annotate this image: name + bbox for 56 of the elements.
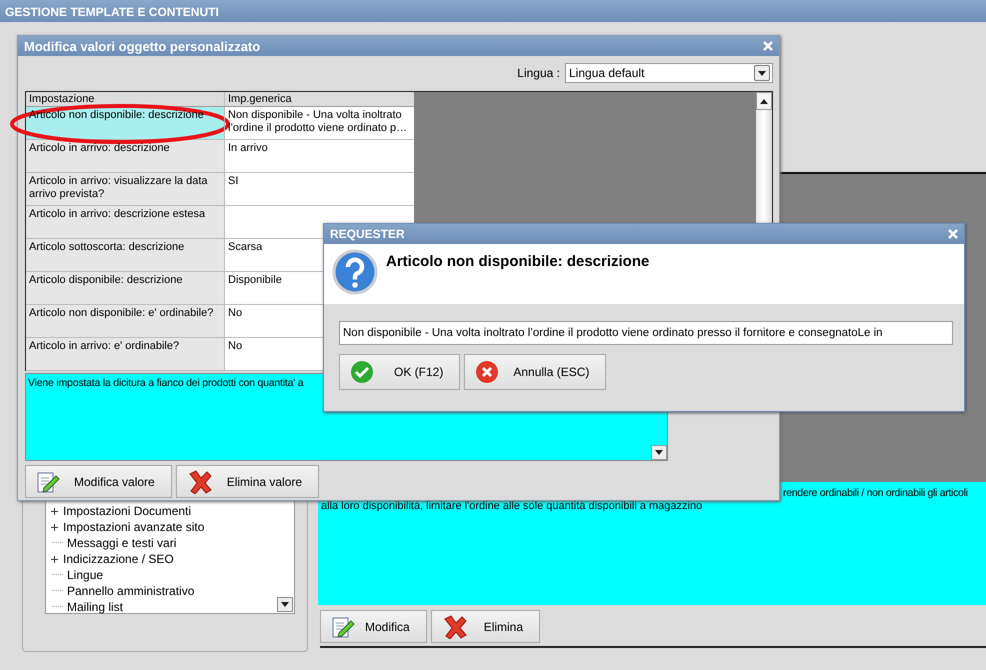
checkmark-icon [350,360,374,384]
close-icon[interactable] [948,229,958,239]
caret-icon [754,65,770,81]
table-cell[interactable]: Articolo in arrivo: visualizzare la data arrivo prevista? [26,173,225,205]
tree-item[interactable]: Messaggi e testi vari [67,536,176,550]
table-cell[interactable]: Articolo in arrivo: descrizione [26,140,225,172]
table-cell[interactable]: Articolo in arrivo: e' ordinabile? [26,338,225,370]
tree-item[interactable]: Impostazioni Documenti [63,504,192,518]
dialog-button[interactable]: OK (F12) [339,354,460,390]
caret-icon [655,450,663,455]
scroll-down-button[interactable] [651,445,667,460]
pencil-document-icon [331,614,355,638]
pencil-document-icon [36,470,60,494]
action-button[interactable]: Elimina [430,610,540,643]
scroll-down-button[interactable] [277,597,293,612]
table-cell[interactable]: Scarsa [228,241,262,254]
table-cell[interactable]: In arrivo [228,142,268,155]
expand-icon[interactable] [50,506,59,516]
requester-heading: Articolo non disponibile: descrizione [386,253,650,270]
question-icon [332,249,378,295]
expand-icon[interactable] [50,554,59,564]
window-title: GESTIONE TEMPLATE E CONTENUTI [0,0,986,22]
action-button[interactable]: Modifica valore [25,465,172,498]
tree-item[interactable]: Lingue [67,568,104,582]
table-cell[interactable]: Disponibile [228,274,282,287]
caret-icon [281,602,289,607]
tree-item[interactable]: Impostazioni avanzate sito [63,520,204,534]
cancel-icon [475,360,500,384]
tree-item[interactable]: Pannello amministrativo [67,584,194,598]
cross-icon [186,470,213,494]
action-button[interactable]: Modifica [320,610,427,643]
description-text: Viene impostata la dicitura a fianco dei prodotti con quantita' a [28,377,304,389]
description-text: rendere ordinabili / non ordinabili gli articoli [783,487,968,499]
tree-item[interactable]: Mailing list [67,600,124,614]
language-dropdown[interactable]: Lingua default [565,63,773,83]
table-cell[interactable]: Non disponibile - Una volta inoltrato l’ordine il prodotto viene ordinato p… [228,109,410,135]
table-cell[interactable]: Articolo disponibile: descrizione [26,272,225,304]
table-cell[interactable]: SI [228,175,238,188]
description-text: alla loro disponibilità, limitare l'ordine alle sole quantità disponibili a magazzino [321,500,702,512]
value-field[interactable]: Non disponibile - Una volta inoltrato l’ordine il prodotto viene ordinato presso il fornitore e consegnatoLe in [339,321,953,345]
dialog-button[interactable]: Annulla (ESC) [464,354,606,390]
action-button[interactable]: Elimina valore [176,465,320,498]
table-cell[interactable]: Articolo sottoscorta: descrizione [26,239,225,271]
dialog-title: Modifica valori oggetto personalizzato [24,38,260,54]
expand-icon[interactable] [50,522,59,532]
table-cell[interactable]: No [228,307,242,320]
caret-icon [760,98,768,104]
tree-item[interactable]: Indicizzazione / SEO [63,552,174,566]
column-header: Imp.generica [227,92,293,106]
table-cell[interactable]: No [228,340,242,353]
language-label: Lingua : [517,66,560,80]
dialog-title: REQUESTER [330,227,405,241]
cross-icon [442,614,468,638]
column-header: Impostazione [26,92,225,106]
close-icon[interactable] [763,41,773,51]
table-cell[interactable]: Articolo non disponibile: e' ordinabile? [26,305,225,337]
